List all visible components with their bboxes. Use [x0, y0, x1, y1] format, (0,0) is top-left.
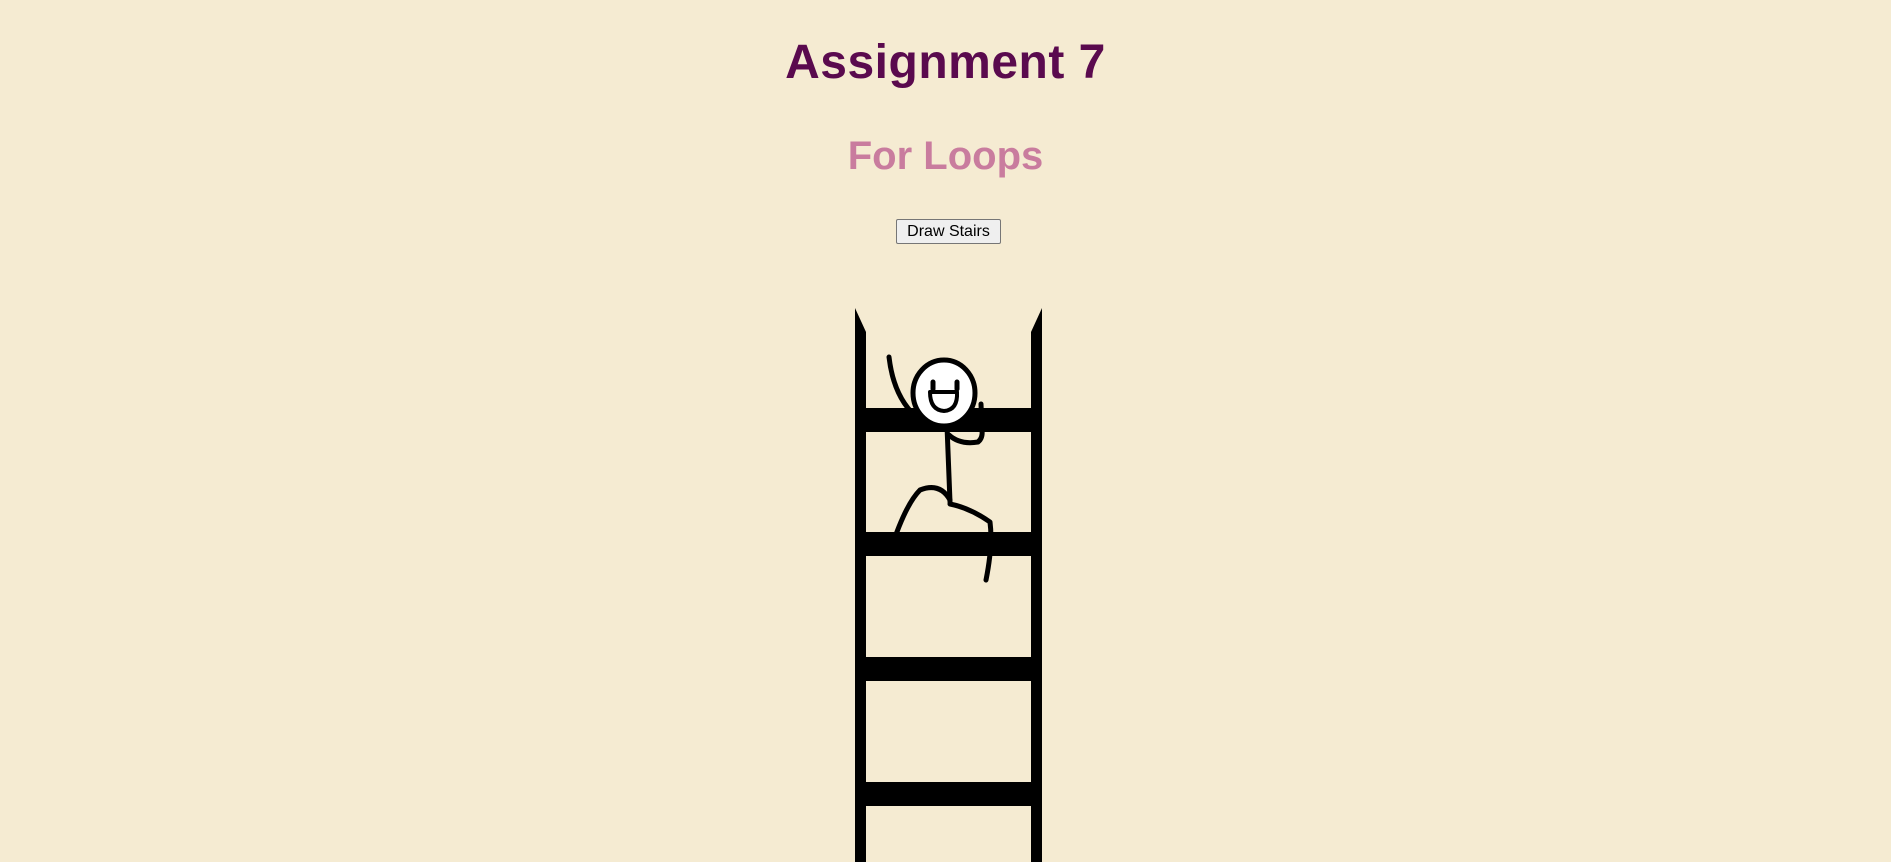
ladder-rung: [855, 782, 1042, 806]
ladder-right-rail: [1031, 308, 1042, 862]
page-title: Assignment 7: [785, 36, 1106, 89]
ladder-left-rail: [855, 308, 866, 862]
draw-stairs-button[interactable]: Draw Stairs: [896, 219, 1001, 244]
ladder-rung: [855, 657, 1042, 681]
page-subtitle: For Loops: [847, 134, 1044, 178]
page: Assignment 7 For Loops Draw Stairs: [0, 0, 1891, 862]
ladder-illustration: [855, 308, 1042, 862]
ladder-rung: [855, 532, 1042, 556]
